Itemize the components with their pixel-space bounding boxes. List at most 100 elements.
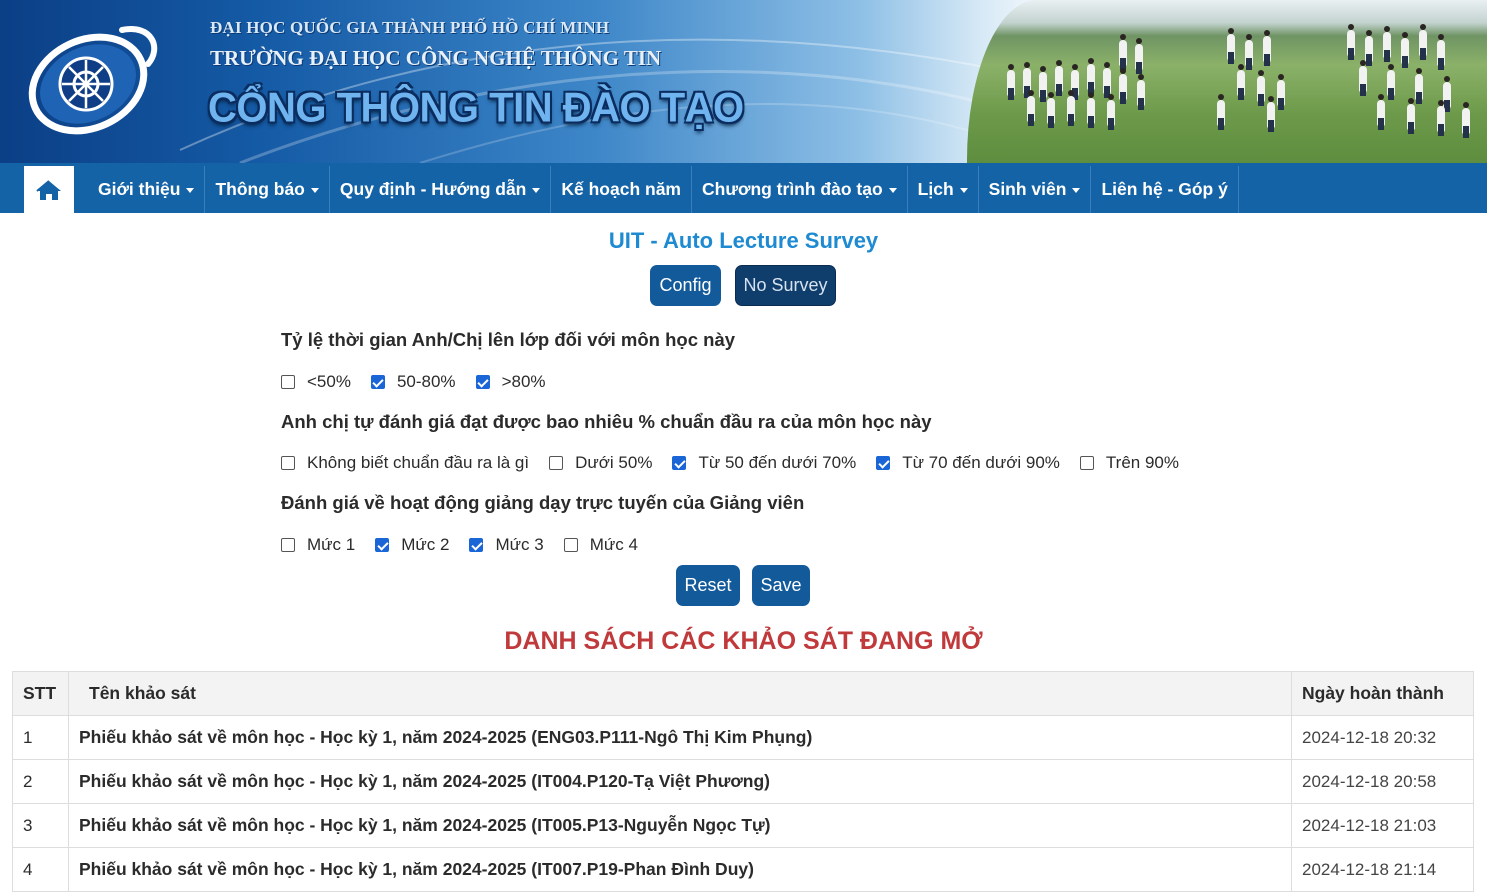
university-name-line2: TRƯỜNG ĐẠI HỌC CÔNG NGHỆ THÔNG TIN	[210, 46, 662, 70]
nav-item-label: Kế hoạch năm	[561, 179, 681, 199]
checkbox[interactable]	[876, 456, 891, 470]
option-label: 50-80%	[396, 372, 456, 391]
nav-item-label: Thông báo	[215, 179, 305, 199]
checkbox[interactable]	[370, 375, 385, 389]
nav-home-button[interactable]	[24, 166, 74, 213]
option-2-2[interactable]: Dưới 50%	[549, 453, 652, 473]
question-label-1: Tỷ lệ thời gian Anh/Chị lên lớp đối với …	[281, 329, 736, 350]
caret-down-icon	[186, 188, 195, 193]
row-completion-date: 2024-12-18 20:32	[1291, 715, 1474, 760]
nav-item-label: Lịch	[917, 179, 954, 199]
caret-down-icon	[1072, 188, 1081, 193]
reset-button[interactable]: Reset	[676, 565, 740, 606]
checkbox[interactable]	[281, 375, 295, 389]
row-completion-date: 2024-12-18 21:14	[1291, 847, 1474, 892]
option-label: <50%	[307, 372, 351, 391]
option-1-3[interactable]: >80%	[475, 372, 546, 392]
row-survey-name[interactable]: Phiếu khảo sát về môn học - Học kỳ 1, nă…	[68, 759, 1292, 804]
nav-item-5[interactable]: Lịch	[908, 166, 979, 213]
row-survey-name[interactable]: Phiếu khảo sát về môn học - Học kỳ 1, nă…	[68, 715, 1292, 760]
column-header-stt: STT	[12, 671, 69, 716]
option-label: Mức 1	[307, 535, 356, 554]
config-button[interactable]: Config	[650, 265, 721, 306]
table-row[interactable]: 1 Phiếu khảo sát về môn học - Học kỳ 1, n…	[12, 715, 1474, 760]
main-nav: Giới thiệu Thông báo Quy định - Hướng dẫn K…	[0, 163, 1487, 213]
checkbox[interactable]	[475, 375, 490, 389]
column-header-name: Tên khảo sát	[68, 671, 1292, 716]
option-2-1[interactable]: Không biết chuẩn đầu ra là gì	[281, 453, 529, 473]
save-button[interactable]: Save	[752, 565, 810, 606]
table-row[interactable]: 2 Phiếu khảo sát về môn học - Học kỳ 1, n…	[12, 759, 1474, 804]
column-header-date: Ngày hoàn thành	[1291, 671, 1474, 716]
question-options-3: Mức 1 Mức 2 Mức 3 Mức 4	[281, 534, 658, 556]
row-stt: 3	[12, 803, 69, 848]
nav-item-label: Liên hệ - Góp ý	[1101, 179, 1228, 199]
surveys-table: STT Tên khảo sát Ngày hoàn thành 1 Phiếu …	[12, 671, 1474, 892]
row-survey-name[interactable]: Phiếu khảo sát về môn học - Học kỳ 1, nă…	[68, 803, 1292, 848]
university-name-line1: ĐẠI HỌC QUỐC GIA THÀNH PHỐ HỒ CHÍ MINH	[210, 18, 610, 37]
tool-title: UIT - Auto Lecture Survey	[608, 228, 879, 253]
row-stt: 4	[12, 847, 69, 892]
option-label: Từ 50 đến dưới 70%	[698, 453, 857, 472]
table-row[interactable]: 3 Phiếu khảo sát về môn học - Học kỳ 1, n…	[12, 803, 1474, 848]
caret-down-icon	[959, 188, 968, 193]
checkbox[interactable]	[1079, 456, 1094, 470]
nav-item-0[interactable]: Giới thiệu	[88, 166, 206, 213]
checkbox[interactable]	[563, 538, 578, 552]
option-label: Dưới 50%	[575, 453, 653, 472]
nav-item-3[interactable]: Kế hoạch năm	[551, 166, 692, 213]
checkbox[interactable]	[469, 538, 484, 552]
checkbox[interactable]	[672, 456, 687, 470]
option-3-4[interactable]: Mức 4	[563, 535, 638, 555]
checkbox[interactable]	[549, 456, 564, 470]
question-options-1: <50% 50-80% >80%	[281, 371, 566, 393]
open-surveys-title: DANH SÁCH CÁC KHẢO SÁT ĐANG MỞ	[504, 627, 983, 655]
nav-item-4[interactable]: Chương trình đào tạo	[692, 166, 908, 213]
option-label: Không biết chuẩn đầu ra là gì	[307, 453, 530, 472]
option-label: Mức 3	[495, 535, 544, 554]
row-completion-date: 2024-12-18 21:03	[1291, 803, 1474, 848]
option-1-1[interactable]: <50%	[281, 372, 351, 392]
caret-down-icon	[310, 188, 319, 193]
question-options-2: Không biết chuẩn đầu ra là gì Dưới 50% Từ …	[281, 452, 1199, 474]
option-3-1[interactable]: Mức 1	[281, 535, 355, 555]
nav-item-1[interactable]: Thông báo	[205, 166, 330, 213]
nav-item-label: Sinh viên	[988, 179, 1067, 199]
question-label-2: Anh chị tự đánh giá đạt được bao nhiêu %…	[281, 411, 932, 432]
table-header-row: STT Tên khảo sát Ngày hoàn thành	[12, 671, 1474, 716]
uit-logo-icon	[28, 26, 158, 135]
checkbox[interactable]	[281, 456, 295, 470]
option-2-3[interactable]: Từ 50 đến dưới 70%	[672, 453, 856, 473]
option-label: >80%	[501, 372, 546, 391]
checkbox[interactable]	[375, 538, 390, 552]
nav-item-label: Chương trình đào tạo	[702, 179, 883, 199]
row-survey-name[interactable]: Phiếu khảo sát về môn học - Học kỳ 1, nă…	[68, 847, 1292, 892]
row-stt: 2	[12, 759, 69, 804]
nav-item-label: Quy định - Hướng dẫn	[339, 179, 527, 199]
table-row[interactable]: 4 Phiếu khảo sát về môn học - Học kỳ 1, n…	[12, 847, 1474, 892]
students-photo	[967, 0, 1487, 163]
checkbox[interactable]	[281, 538, 295, 552]
nav-item-7[interactable]: Liên hệ - Góp ý	[1091, 166, 1239, 213]
nav-item-6[interactable]: Sinh viên	[979, 166, 1092, 213]
caret-down-icon	[532, 188, 541, 193]
option-3-2[interactable]: Mức 2	[375, 535, 449, 555]
nav-item-2[interactable]: Quy định - Hướng dẫn	[330, 166, 552, 213]
home-icon	[36, 179, 61, 200]
option-2-4[interactable]: Từ 70 đến dưới 90%	[876, 453, 1060, 473]
option-label: Mức 2	[401, 535, 450, 554]
header-banner: ĐẠI HỌC QUỐC GIA THÀNH PHỐ HỒ CHÍ MINH T…	[0, 0, 1487, 163]
caret-down-icon	[888, 188, 897, 193]
portal-title: CỔNG THÔNG TIN ĐÀO TẠO	[208, 84, 744, 132]
option-2-5[interactable]: Trên 90%	[1079, 453, 1179, 473]
option-1-2[interactable]: 50-80%	[370, 372, 456, 392]
option-label: Mức 4	[589, 535, 638, 554]
row-completion-date: 2024-12-18 20:58	[1291, 759, 1474, 804]
row-stt: 1	[12, 715, 69, 760]
option-label: Từ 70 đến dưới 90%	[902, 453, 1060, 472]
no-survey-button[interactable]: No Survey	[735, 265, 836, 306]
nav-item-label: Giới thiệu	[98, 179, 181, 199]
question-label-3: Đánh giá về hoạt động giảng dạy trực tuy…	[281, 492, 805, 513]
option-label: Trên 90%	[1105, 453, 1179, 472]
option-3-3[interactable]: Mức 3	[469, 535, 544, 555]
